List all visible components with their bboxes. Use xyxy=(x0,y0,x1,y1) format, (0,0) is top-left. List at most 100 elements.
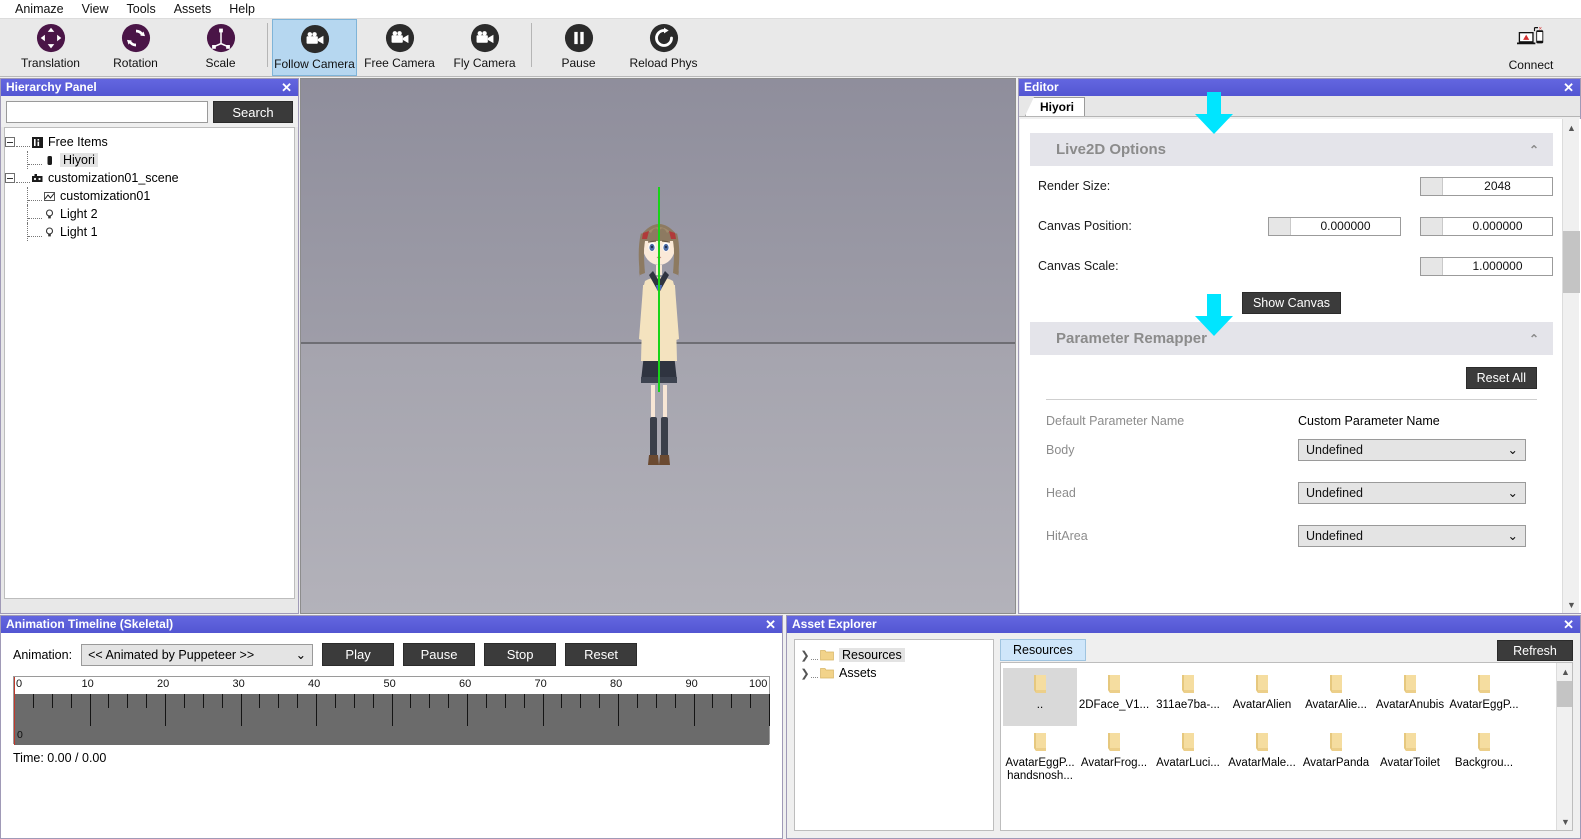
render-size-field[interactable]: 2048 xyxy=(1420,176,1553,196)
folder-tree-item-resources[interactable]: ❯ Resources xyxy=(799,646,993,664)
toolbar-rotation-button[interactable]: Rotation xyxy=(93,19,178,76)
chevron-right-icon[interactable]: ❯ xyxy=(799,649,811,662)
canvas-position-x-field[interactable]: 0.000000 xyxy=(1268,216,1401,236)
asset-browser-tabrow: Resources Refresh xyxy=(1000,639,1573,661)
stop-button[interactable]: Stop xyxy=(484,643,557,666)
transform-gizmo-axis[interactable] xyxy=(658,187,660,392)
toolbar-translation-label: Translation xyxy=(21,56,80,70)
canvas-position-y-field[interactable]: 0.000000 xyxy=(1420,216,1553,236)
folder-tree-item-assets[interactable]: ❯ Assets xyxy=(799,664,993,682)
scrollbar-thumb[interactable] xyxy=(1563,231,1580,293)
menu-help[interactable]: Help xyxy=(220,0,264,19)
chevron-right-icon[interactable]: ❯ xyxy=(799,667,811,680)
ruler-tick xyxy=(259,694,261,708)
3d-viewport[interactable] xyxy=(300,78,1016,614)
asset-item[interactable]: AvatarFrog... xyxy=(1077,726,1151,784)
dropdown-value: Undefined xyxy=(1306,442,1363,457)
menu-tools[interactable]: Tools xyxy=(118,0,165,19)
menu-view[interactable]: View xyxy=(73,0,118,19)
asset-item-label: .. xyxy=(1036,699,1044,711)
hierarchy-tree[interactable]: Free Items Hiyori customization01_scene xyxy=(4,127,295,599)
asset-item[interactable]: .. xyxy=(1003,668,1077,726)
canvas-scale-field[interactable]: 1.000000 xyxy=(1420,256,1553,276)
toolbar-follow-camera-button[interactable]: Follow Camera xyxy=(272,19,357,76)
asset-item-label: Backgrou... xyxy=(1454,757,1514,769)
search-button[interactable]: Search xyxy=(213,101,293,123)
toolbar-pause-button[interactable]: Pause xyxy=(536,19,621,76)
animation-select[interactable]: << Animated by Puppeteer >> ⌄ xyxy=(81,643,314,666)
asset-item[interactable]: AvatarEggP... xyxy=(1447,668,1521,726)
tree-item-free-items[interactable]: Free Items xyxy=(5,133,294,151)
toolbar-scale-button[interactable]: Scale xyxy=(178,19,263,76)
editor-vertical-scrollbar[interactable]: ▲ ▼ xyxy=(1562,119,1580,613)
close-icon[interactable]: ✕ xyxy=(1563,81,1574,94)
asset-item[interactable]: AvatarAnubis xyxy=(1373,668,1447,726)
close-icon[interactable]: ✕ xyxy=(1563,618,1574,631)
spinner-handle[interactable] xyxy=(1421,217,1443,235)
asset-item[interactable]: AvatarAlie... xyxy=(1299,668,1373,726)
close-icon[interactable]: ✕ xyxy=(281,81,292,94)
tree-item-customization01[interactable]: customization01 xyxy=(5,187,294,205)
asset-item[interactable]: AvatarAlien xyxy=(1225,668,1299,726)
asset-item[interactable]: 2DFace_V1... xyxy=(1077,668,1151,726)
ruler-tick xyxy=(316,694,317,726)
collapse-icon[interactable] xyxy=(5,173,15,183)
asset-item[interactable]: Backgrou... xyxy=(1447,726,1521,784)
asset-item[interactable]: AvatarPanda xyxy=(1299,726,1373,784)
scroll-up-icon[interactable]: ▲ xyxy=(1557,663,1572,680)
pause-button[interactable]: Pause xyxy=(403,643,476,666)
toolbar-translation-button[interactable]: Translation xyxy=(8,19,93,76)
scroll-up-icon[interactable]: ▲ xyxy=(1563,119,1580,136)
timeline-panel-title: Animation Timeline (Skeletal) xyxy=(6,617,174,631)
reset-all-button[interactable]: Reset All xyxy=(1465,367,1537,389)
tree-item-customization01-scene[interactable]: customization01_scene xyxy=(5,169,294,187)
ruler-tick xyxy=(240,694,242,726)
chevron-up-icon[interactable]: ⌃ xyxy=(1529,332,1539,346)
parameter-dropdown-body[interactable]: Undefined ⌄ xyxy=(1298,438,1526,461)
tree-item-light-1[interactable]: Light 1 xyxy=(5,223,294,241)
editor-scroll-area[interactable]: Live2D Options ⌃ Render Size: 2048 Canva… xyxy=(1020,119,1581,613)
toolbar-free-camera-button[interactable]: Free Camera xyxy=(357,19,442,76)
play-button[interactable]: Play xyxy=(322,643,395,666)
tab-label: Hiyori xyxy=(1040,100,1075,114)
asset-item[interactable]: AvatarEggP... handsnosh... xyxy=(1003,726,1077,784)
collapse-icon[interactable] xyxy=(5,137,15,147)
menu-assets[interactable]: Assets xyxy=(165,0,221,19)
asset-item[interactable]: AvatarMale... xyxy=(1225,726,1299,784)
asset-item[interactable]: AvatarToilet xyxy=(1373,726,1447,784)
show-canvas-button[interactable]: Show Canvas xyxy=(1241,292,1342,314)
section-parameter-remapper[interactable]: Parameter Remapper ⌃ xyxy=(1030,322,1553,355)
asset-item[interactable]: 311ae7ba-... xyxy=(1151,668,1225,726)
spinner-handle[interactable] xyxy=(1421,177,1443,195)
refresh-button[interactable]: Refresh xyxy=(1497,640,1573,661)
menu-animaze[interactable]: Animaze xyxy=(6,0,73,19)
toolbar-fly-camera-button[interactable]: Fly Camera xyxy=(442,19,527,76)
toolbar-reload-phys-button[interactable]: Reload Phys xyxy=(621,19,706,76)
folder-icon xyxy=(1027,673,1053,696)
timeline-playhead[interactable] xyxy=(14,677,15,745)
scrollbar-thumb[interactable] xyxy=(1557,681,1572,707)
scroll-down-icon[interactable]: ▼ xyxy=(1563,596,1580,613)
chevron-up-icon[interactable]: ⌃ xyxy=(1529,143,1539,157)
scroll-down-icon[interactable]: ▼ xyxy=(1557,813,1572,830)
asset-item-label: 311ae7ba-... xyxy=(1156,699,1220,711)
section-live2d-options[interactable]: Live2D Options ⌃ xyxy=(1030,133,1553,166)
asset-folder-tree[interactable]: ❯ Resources ❯ Assets xyxy=(794,639,994,831)
asset-item[interactable]: AvatarLuci... xyxy=(1151,726,1225,784)
parameter-row-hitarea: HitArea Undefined ⌄ xyxy=(1020,514,1563,557)
asset-grid-wrapper[interactable]: .. 2DFace_V1... 311ae7ba-... AvatarAlien Ava… xyxy=(1000,662,1573,831)
spinner-handle[interactable] xyxy=(1269,217,1291,235)
timeline-ruler[interactable]: 0 10 20 30 40 50 60 70 80 90 100 0 xyxy=(13,676,770,745)
connect-button[interactable]: × Connect xyxy=(1491,20,1571,76)
tab-hiyori[interactable]: Hiyori xyxy=(1025,97,1086,116)
asset-vertical-scrollbar[interactable]: ▲ ▼ xyxy=(1556,663,1572,830)
tree-item-hiyori[interactable]: Hiyori xyxy=(5,151,294,169)
parameter-dropdown-head[interactable]: Undefined ⌄ xyxy=(1298,481,1526,504)
reset-button[interactable]: Reset xyxy=(565,643,638,666)
spinner-handle[interactable] xyxy=(1421,257,1443,275)
tree-item-light-2[interactable]: Light 2 xyxy=(5,205,294,223)
tab-resources[interactable]: Resources xyxy=(1000,639,1086,661)
parameter-dropdown-hitarea[interactable]: Undefined ⌄ xyxy=(1298,524,1526,547)
close-icon[interactable]: ✕ xyxy=(765,618,776,631)
search-input[interactable] xyxy=(6,101,208,123)
